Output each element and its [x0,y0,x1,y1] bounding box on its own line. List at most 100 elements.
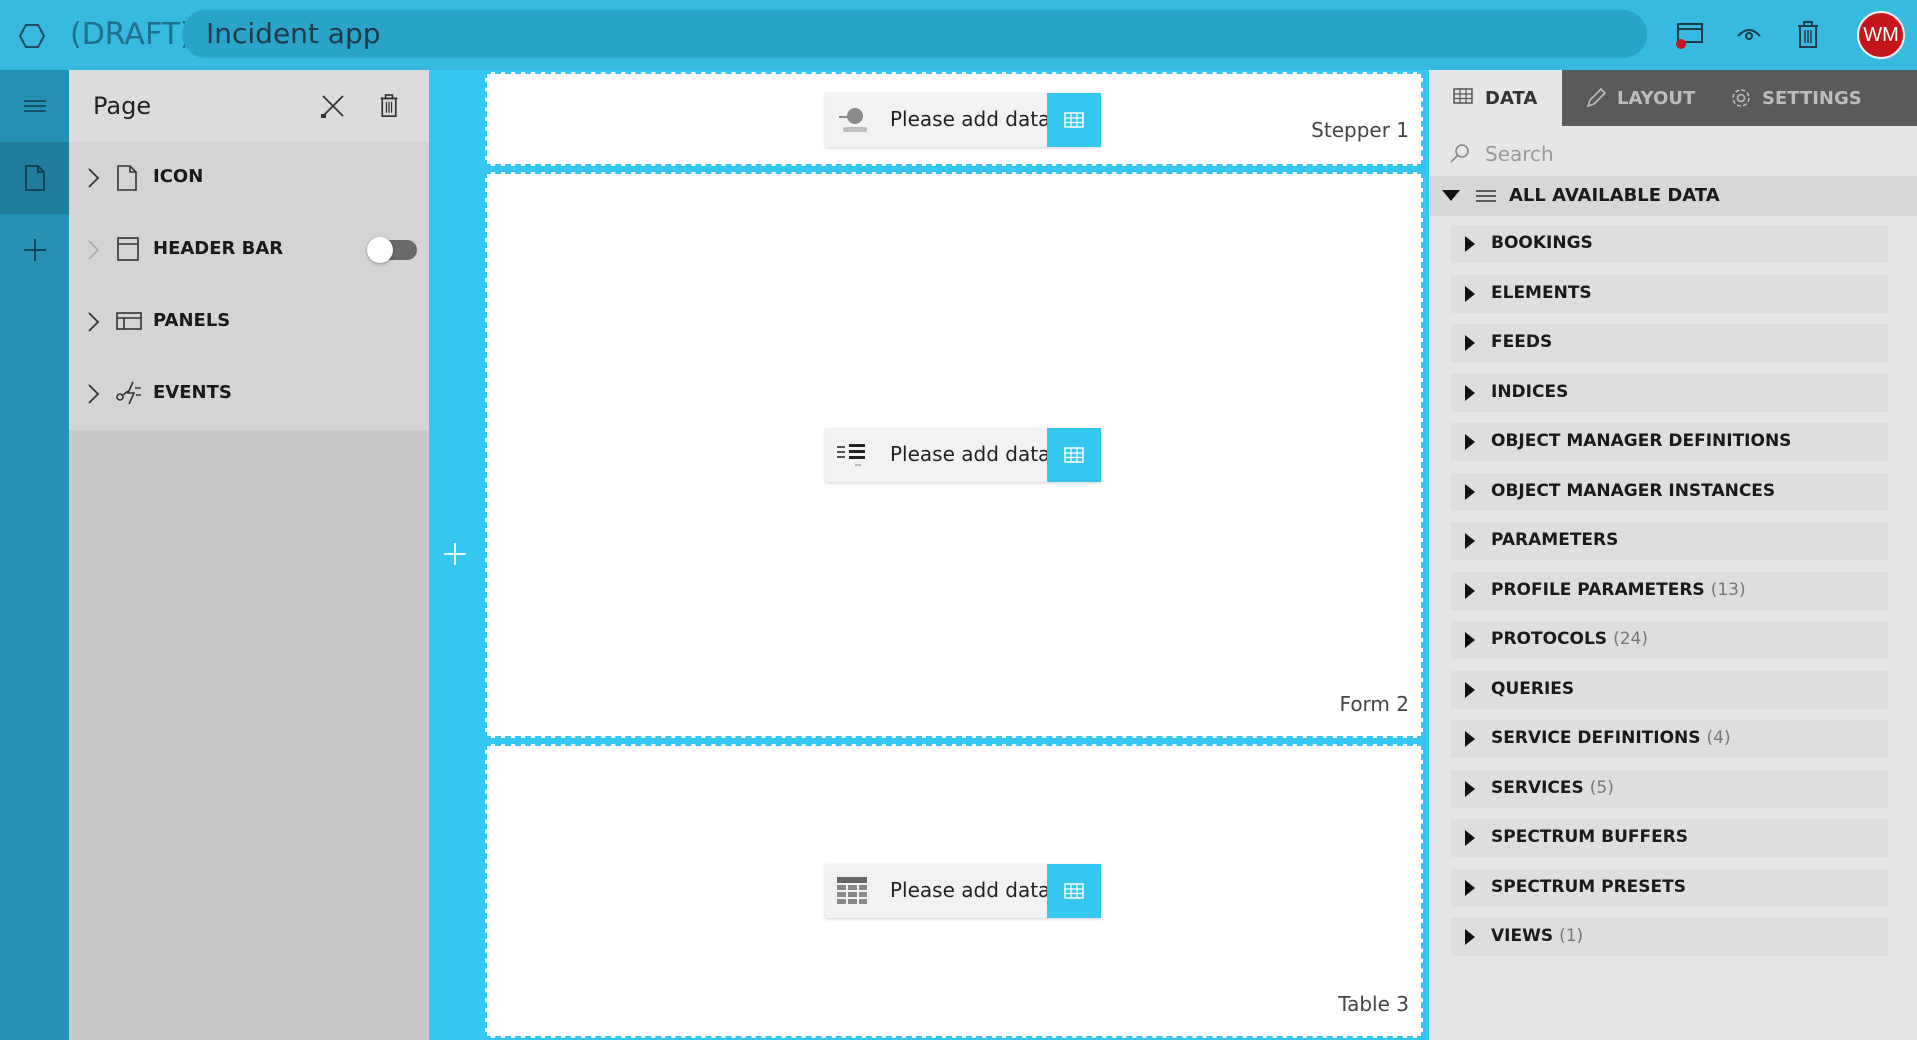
tab-settings[interactable]: SETTINGS [1730,70,1900,126]
data-source-label: SPECTRUM BUFFERS [1491,827,1694,847]
data-source-item[interactable]: QUERIES [1451,670,1888,709]
caret-right-icon[interactable] [1465,731,1475,747]
caret-right-icon[interactable] [1465,285,1475,302]
search-input[interactable] [1485,138,1905,170]
data-source-name: VIEWS [1491,926,1554,946]
data-source-item[interactable]: OBJECT MANAGER DEFINITIONS [1451,423,1888,461]
page-icon[interactable] [0,142,69,214]
caret-right-icon[interactable] [1465,384,1475,401]
data-source-count: (24) [1613,629,1648,649]
panel-name: Form 2 [1339,692,1409,716]
data-source-item[interactable]: SPECTRUM PRESETS [1451,868,1888,907]
data-source-name: SPECTRUM BUFFERS [1491,827,1689,847]
tree-item-label: HEADER BAR [153,238,284,259]
panel-stepper[interactable]: Please add data Stepper 1 [485,72,1423,166]
data-source-label: ELEMENTS [1491,283,1598,303]
data-source-name: OBJECT MANAGER INSTANCES [1491,480,1776,501]
data-search [1429,132,1917,176]
data-source-item[interactable]: SERVICE DEFINITIONS (4) [1451,720,1888,758]
add-data-button[interactable] [1047,428,1101,482]
tree-item-events[interactable]: EVENTS [69,358,429,430]
caret-right-icon[interactable] [1465,582,1475,599]
caret-right-icon[interactable] [1465,830,1475,846]
data-source-count: (5) [1589,777,1614,798]
add-data-button[interactable] [1047,864,1101,918]
data-source-name: SPECTRUM PRESETS [1491,876,1686,897]
app-title-input[interactable]: Incident app [182,10,1647,58]
chevron-right-icon[interactable] [83,166,103,190]
caret-down-icon[interactable] [1441,188,1461,208]
edit-tools-icon[interactable] [317,90,349,122]
caret-right-icon[interactable] [1465,236,1475,252]
chevron-right-icon[interactable] [83,382,103,406]
data-source-item[interactable]: INDICES [1451,373,1888,412]
caret-right-icon[interactable] [1465,632,1475,648]
toggle-knob [367,237,393,263]
data-source-item[interactable]: BOOKINGS [1451,225,1888,263]
data-source-name: QUERIES [1491,678,1575,699]
data-source-item[interactable]: VIEWS (1) [1451,918,1888,956]
data-source-item[interactable]: SERVICES (5) [1451,769,1888,808]
tree-item-header-bar[interactable]: HEADER BAR [69,214,429,286]
trash-icon[interactable] [373,90,405,122]
caret-right-icon[interactable] [1465,533,1475,549]
caret-right-icon[interactable] [1465,780,1475,797]
add-panel-icon[interactable] [442,541,468,567]
data-source-item[interactable]: OBJECT MANAGER INSTANCES [1451,472,1888,511]
tab-layout[interactable]: LAYOUT [1585,70,1715,126]
data-source-item[interactable]: PROTOCOLS (24) [1451,621,1888,659]
data-source-name: FEEDS [1491,332,1553,352]
tree-item-label: ICON [153,166,204,187]
caret-right-icon[interactable] [1465,483,1475,500]
data-source-label: SERVICE DEFINITIONS (4) [1491,728,1731,748]
caret-right-icon[interactable] [1465,681,1475,698]
data-source-count: (4) [1706,728,1731,748]
tab-data[interactable]: DATA [1429,70,1562,126]
add-icon[interactable] [0,214,69,286]
form-icon [835,438,869,472]
caret-right-icon[interactable] [1465,434,1475,450]
events-icon [115,380,143,408]
panel-table[interactable]: Please add data Table 3 [485,744,1423,1038]
data-source-item[interactable]: FEEDS [1451,324,1888,362]
publish-icon[interactable] [1672,17,1708,53]
all-available-data-header[interactable]: ALL AVAILABLE DATA [1429,176,1917,216]
hexagon-icon[interactable] [18,22,46,50]
data-source-label: QUERIES [1491,679,1580,699]
page-panel-header: Page [69,70,429,142]
tree-item-icon[interactable]: ICON [69,142,429,214]
chevron-right-icon [83,238,103,262]
menu-icon[interactable] [0,70,69,142]
data-source-name: BOOKINGS [1491,233,1593,253]
user-avatar[interactable]: WM [1857,11,1905,59]
caret-right-icon[interactable] [1465,879,1475,896]
page-title: Page [93,92,152,120]
all-data-label: ALL AVAILABLE DATA [1509,185,1720,206]
tree-item-panels[interactable]: PANELS [69,286,429,358]
caret-right-icon[interactable] [1465,929,1475,945]
data-source-item[interactable]: ELEMENTS [1451,274,1888,313]
placeholder-text: Please add data [890,442,1051,466]
header-bar-toggle[interactable] [367,237,417,263]
caret-right-icon[interactable] [1465,335,1475,351]
data-source-item[interactable]: SPECTRUM BUFFERS [1451,819,1888,857]
canvas-gutter [429,70,480,1040]
data-source-name: INDICES [1491,381,1569,402]
page-tree: ICON HEADER BAR PANELS EVENTS [69,142,429,430]
data-source-item[interactable]: PARAMETERS [1451,522,1888,560]
chevron-right-icon[interactable] [83,310,103,334]
data-source-item[interactable]: PROFILE PARAMETERS (13) [1451,571,1888,610]
panel-form[interactable]: Please add data Form 2 [485,172,1423,738]
placeholder-text: Please add data [890,878,1051,902]
top-bar: (DRAFT) Incident app WM [0,0,1917,70]
data-source-label: SPECTRUM PRESETS [1491,877,1692,897]
preview-eye-icon[interactable] [1731,17,1767,53]
draft-label: (DRAFT) [70,17,192,52]
data-source-label: BOOKINGS [1491,233,1599,253]
add-data-button[interactable] [1047,93,1101,147]
trash-icon[interactable] [1790,17,1826,53]
data-source-name: OBJECT MANAGER DEFINITIONS [1491,431,1792,451]
data-placeholder: Please add data [825,93,1101,147]
tab-label: DATA [1485,87,1538,109]
data-source-name: PROFILE PARAMETERS [1491,579,1705,600]
